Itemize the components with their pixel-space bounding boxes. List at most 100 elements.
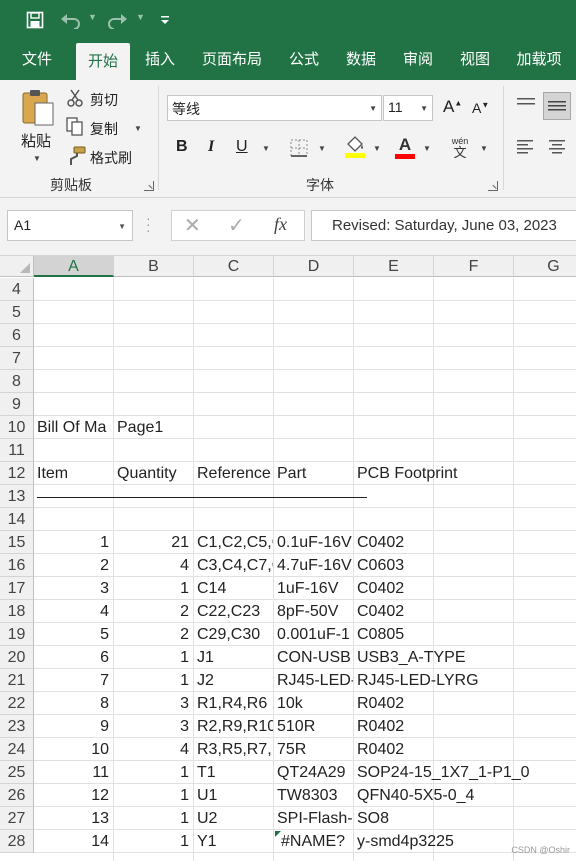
column-header-g[interactable]: G: [514, 256, 576, 277]
column-header-a[interactable]: A: [34, 256, 114, 277]
copy-dropdown-icon[interactable]: ▼: [134, 124, 142, 133]
error-indicator-icon[interactable]: [275, 831, 281, 837]
row-header[interactable]: 26: [0, 784, 34, 807]
border-icon[interactable]: [289, 138, 309, 158]
table-cell[interactable]: 1: [34, 531, 109, 554]
chevron-down-icon[interactable]: ▼: [369, 104, 377, 113]
undo-icon[interactable]: [58, 9, 82, 31]
shrink-font-button[interactable]: A▼: [472, 100, 489, 116]
row-header[interactable]: 14: [0, 508, 34, 531]
customize-icon[interactable]: [158, 9, 172, 31]
row-header[interactable]: 19: [0, 623, 34, 646]
font-color-icon[interactable]: A: [394, 135, 416, 159]
table-cell[interactable]: 3: [34, 577, 109, 600]
copy-icon[interactable]: [66, 117, 84, 137]
enter-icon[interactable]: ✓: [228, 213, 245, 238]
tab-data[interactable]: 数据: [335, 40, 387, 80]
row-header[interactable]: 5: [0, 301, 34, 324]
spreadsheet-grid[interactable]: A B C D E F G 4 5 6 7 8 9 10 Bill Of Ma Page1 11 12 Item Qu…: [0, 256, 576, 861]
table-cell[interactable]: C29,C30: [197, 623, 273, 646]
border-dropdown-icon[interactable]: ▼: [318, 144, 326, 153]
grow-font-button[interactable]: A▲: [443, 97, 462, 117]
table-cell[interactable]: SO8: [357, 807, 576, 830]
column-header-e[interactable]: E: [354, 256, 434, 277]
cancel-icon[interactable]: ✕: [184, 213, 201, 238]
table-cell[interactable]: 3: [114, 692, 189, 715]
tab-file[interactable]: 文件: [6, 40, 68, 80]
table-cell[interactable]: RJ45-LED-LYRG: [357, 669, 576, 692]
font-name-combo[interactable]: 等线 ▼: [167, 95, 382, 121]
row-header[interactable]: 11: [0, 439, 34, 462]
row-header[interactable]: 27: [0, 807, 34, 830]
table-cell[interactable]: C0603: [357, 554, 576, 577]
table-cell[interactable]: 14: [34, 830, 109, 853]
cut-icon[interactable]: [66, 88, 84, 108]
row-header[interactable]: 28: [0, 830, 34, 853]
row-header[interactable]: 21: [0, 669, 34, 692]
tab-insert[interactable]: 插入: [134, 40, 186, 80]
table-cell[interactable]: R1,R4,R6: [197, 692, 273, 715]
copy-label[interactable]: 复制: [90, 119, 118, 139]
table-cell[interactable]: 4.7uF-16V: [277, 554, 353, 577]
paste-dropdown-icon[interactable]: ▼: [33, 154, 41, 163]
table-cell[interactable]: 1: [114, 646, 189, 669]
paste-icon[interactable]: [18, 88, 56, 128]
bold-button[interactable]: B: [176, 138, 188, 156]
table-cell[interactable]: 10k: [277, 692, 353, 715]
paste-label[interactable]: 粘贴: [21, 130, 51, 151]
table-cell[interactable]: 21: [114, 531, 189, 554]
underline-button[interactable]: U: [236, 138, 248, 156]
row-header[interactable]: 13: [0, 485, 34, 508]
tab-view[interactable]: 视图: [449, 40, 501, 80]
row-header[interactable]: 18: [0, 600, 34, 623]
phonetic-dropdown-icon[interactable]: ▼: [480, 144, 488, 153]
phonetic-icon[interactable]: wén 文: [448, 135, 472, 161]
table-cell[interactable]: Page1: [117, 416, 193, 439]
row-header[interactable]: 8: [0, 370, 34, 393]
table-cell[interactable]: QFN40-5X5-0_4: [357, 784, 576, 807]
align-top-icon[interactable]: [514, 94, 538, 114]
table-cell[interactable]: 2: [34, 554, 109, 577]
more-icon[interactable]: · · ·: [146, 211, 151, 237]
column-header-f[interactable]: F: [434, 256, 514, 277]
table-cell[interactable]: J1: [197, 646, 273, 669]
table-cell[interactable]: USB3_A-TYPE: [357, 646, 576, 669]
column-header-b[interactable]: B: [114, 256, 194, 277]
table-cell[interactable]: 4: [114, 738, 189, 761]
table-cell[interactable]: PCB Footprint: [357, 462, 576, 485]
table-cell[interactable]: 2: [114, 623, 189, 646]
formula-input[interactable]: Revised: Saturday, June 03, 2023: [311, 210, 576, 241]
table-cell[interactable]: C3,C4,C7,C: [197, 554, 273, 577]
row-header[interactable]: 25: [0, 761, 34, 784]
table-cell[interactable]: 5: [34, 623, 109, 646]
row-header[interactable]: 4: [0, 278, 34, 301]
table-cell[interactable]: QT24A29: [277, 761, 353, 784]
format-painter-label[interactable]: 格式刷: [90, 148, 132, 168]
chevron-down-icon[interactable]: ▼: [118, 222, 126, 231]
table-cell[interactable]: SOP24-15_1X7_1-P1_0: [357, 761, 576, 784]
tab-addins[interactable]: 加载项: [506, 40, 572, 80]
table-cell[interactable]: ________________________________________…: [37, 479, 367, 502]
table-cell[interactable]: 13: [34, 807, 109, 830]
table-cell[interactable]: 510R: [277, 715, 353, 738]
row-header[interactable]: 15: [0, 531, 34, 554]
table-cell[interactable]: R0402: [357, 738, 576, 761]
row-header[interactable]: 16: [0, 554, 34, 577]
table-cell[interactable]: 0.1uF-16V: [277, 531, 353, 554]
fill-color-icon[interactable]: [344, 135, 366, 159]
align-middle-icon[interactable]: [543, 92, 571, 120]
table-cell[interactable]: 1: [114, 807, 189, 830]
table-cell[interactable]: U1: [197, 784, 273, 807]
table-cell[interactable]: C0402: [357, 577, 576, 600]
table-cell[interactable]: 9: [34, 715, 109, 738]
row-header[interactable]: 20: [0, 646, 34, 669]
row-header[interactable]: 24: [0, 738, 34, 761]
table-cell[interactable]: 11: [34, 761, 109, 784]
table-cell[interactable]: 1: [114, 784, 189, 807]
table-cell[interactable]: R2,R9,R10: [197, 715, 273, 738]
table-cell[interactable]: 4: [114, 554, 189, 577]
table-cell[interactable]: R0402: [357, 715, 576, 738]
table-cell[interactable]: 75R: [277, 738, 353, 761]
table-cell[interactable]: 3: [114, 715, 189, 738]
table-cell[interactable]: 8pF-50V: [277, 600, 353, 623]
